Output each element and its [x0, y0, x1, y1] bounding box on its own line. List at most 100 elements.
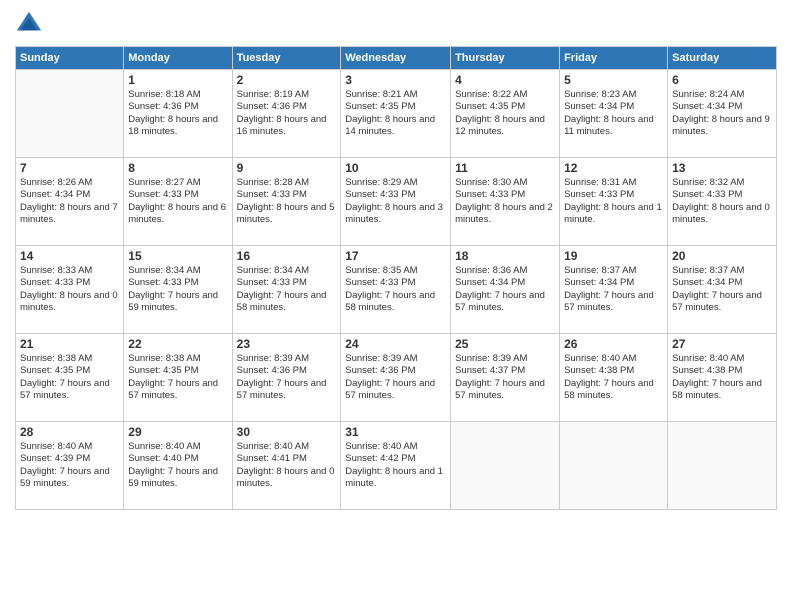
day-number: 28 — [20, 425, 119, 439]
day-number: 4 — [455, 73, 555, 87]
calendar-cell: 18 Sunrise: 8:36 AM Sunset: 4:34 PM Dayli… — [451, 246, 560, 334]
day-number: 1 — [128, 73, 227, 87]
day-detail: Sunrise: 8:40 AM Sunset: 4:39 PM Dayligh… — [20, 441, 119, 490]
day-number: 11 — [455, 161, 555, 175]
day-number: 12 — [564, 161, 663, 175]
calendar-cell: 9 Sunrise: 8:28 AM Sunset: 4:33 PM Daylig… — [232, 158, 341, 246]
day-detail: Sunrise: 8:40 AM Sunset: 4:40 PM Dayligh… — [128, 441, 227, 490]
calendar-cell: 25 Sunrise: 8:39 AM Sunset: 4:37 PM Dayli… — [451, 334, 560, 422]
day-number: 24 — [345, 337, 446, 351]
day-number: 26 — [564, 337, 663, 351]
day-number: 18 — [455, 249, 555, 263]
calendar-cell: 17 Sunrise: 8:35 AM Sunset: 4:33 PM Dayli… — [341, 246, 451, 334]
weekday-header-wednesday: Wednesday — [341, 47, 451, 70]
day-detail: Sunrise: 8:23 AM Sunset: 4:34 PM Dayligh… — [564, 89, 663, 138]
day-number: 14 — [20, 249, 119, 263]
calendar-cell: 21 Sunrise: 8:38 AM Sunset: 4:35 PM Dayli… — [16, 334, 124, 422]
day-detail: Sunrise: 8:40 AM Sunset: 4:38 PM Dayligh… — [564, 353, 663, 402]
week-row-1: 1 Sunrise: 8:18 AM Sunset: 4:36 PM Daylig… — [16, 70, 777, 158]
day-detail: Sunrise: 8:22 AM Sunset: 4:35 PM Dayligh… — [455, 89, 555, 138]
calendar-cell: 4 Sunrise: 8:22 AM Sunset: 4:35 PM Daylig… — [451, 70, 560, 158]
weekday-header-monday: Monday — [124, 47, 232, 70]
week-row-3: 14 Sunrise: 8:33 AM Sunset: 4:33 PM Dayli… — [16, 246, 777, 334]
weekday-header-row: SundayMondayTuesdayWednesdayThursdayFrid… — [16, 47, 777, 70]
calendar-cell: 20 Sunrise: 8:37 AM Sunset: 4:34 PM Dayli… — [668, 246, 777, 334]
calendar-cell: 8 Sunrise: 8:27 AM Sunset: 4:33 PM Daylig… — [124, 158, 232, 246]
day-number: 6 — [672, 73, 772, 87]
calendar-cell: 29 Sunrise: 8:40 AM Sunset: 4:40 PM Dayli… — [124, 422, 232, 510]
day-detail: Sunrise: 8:21 AM Sunset: 4:35 PM Dayligh… — [345, 89, 446, 138]
day-detail: Sunrise: 8:18 AM Sunset: 4:36 PM Dayligh… — [128, 89, 227, 138]
day-detail: Sunrise: 8:33 AM Sunset: 4:33 PM Dayligh… — [20, 265, 119, 314]
day-detail: Sunrise: 8:28 AM Sunset: 4:33 PM Dayligh… — [237, 177, 337, 226]
calendar-cell: 31 Sunrise: 8:40 AM Sunset: 4:42 PM Dayli… — [341, 422, 451, 510]
day-number: 31 — [345, 425, 446, 439]
calendar-cell: 3 Sunrise: 8:21 AM Sunset: 4:35 PM Daylig… — [341, 70, 451, 158]
day-number: 2 — [237, 73, 337, 87]
week-row-4: 21 Sunrise: 8:38 AM Sunset: 4:35 PM Dayli… — [16, 334, 777, 422]
day-number: 13 — [672, 161, 772, 175]
calendar-cell: 24 Sunrise: 8:39 AM Sunset: 4:36 PM Dayli… — [341, 334, 451, 422]
day-detail: Sunrise: 8:34 AM Sunset: 4:33 PM Dayligh… — [128, 265, 227, 314]
calendar-cell: 13 Sunrise: 8:32 AM Sunset: 4:33 PM Dayli… — [668, 158, 777, 246]
logo — [15, 10, 47, 38]
calendar-cell: 23 Sunrise: 8:39 AM Sunset: 4:36 PM Dayli… — [232, 334, 341, 422]
calendar-cell: 11Sunrise: 8:30 AM Sunset: 4:33 PM Dayli… — [451, 158, 560, 246]
day-detail: Sunrise: 8:32 AM Sunset: 4:33 PM Dayligh… — [672, 177, 772, 226]
day-detail: Sunrise: 8:40 AM Sunset: 4:42 PM Dayligh… — [345, 441, 446, 490]
logo-icon — [15, 10, 43, 38]
day-number: 22 — [128, 337, 227, 351]
day-number: 10 — [345, 161, 446, 175]
day-detail: Sunrise: 8:39 AM Sunset: 4:36 PM Dayligh… — [237, 353, 337, 402]
day-number: 29 — [128, 425, 227, 439]
day-number: 23 — [237, 337, 337, 351]
weekday-header-tuesday: Tuesday — [232, 47, 341, 70]
day-number: 15 — [128, 249, 227, 263]
day-detail: Sunrise: 8:38 AM Sunset: 4:35 PM Dayligh… — [20, 353, 119, 402]
day-detail: Sunrise: 8:19 AM Sunset: 4:36 PM Dayligh… — [237, 89, 337, 138]
day-number: 19 — [564, 249, 663, 263]
weekday-header-thursday: Thursday — [451, 47, 560, 70]
calendar-cell: 30 Sunrise: 8:40 AM Sunset: 4:41 PM Dayli… — [232, 422, 341, 510]
weekday-header-sunday: Sunday — [16, 47, 124, 70]
calendar-cell — [668, 422, 777, 510]
calendar-cell: 2 Sunrise: 8:19 AM Sunset: 4:36 PM Daylig… — [232, 70, 341, 158]
day-detail: Sunrise: 8:39 AM Sunset: 4:36 PM Dayligh… — [345, 353, 446, 402]
day-number: 5 — [564, 73, 663, 87]
day-number: 8 — [128, 161, 227, 175]
day-number: 3 — [345, 73, 446, 87]
day-number: 30 — [237, 425, 337, 439]
day-detail: Sunrise: 8:40 AM Sunset: 4:38 PM Dayligh… — [672, 353, 772, 402]
calendar-cell — [451, 422, 560, 510]
day-detail: Sunrise: 8:39 AM Sunset: 4:37 PM Dayligh… — [455, 353, 555, 402]
day-number: 9 — [237, 161, 337, 175]
calendar-cell: 28 Sunrise: 8:40 AM Sunset: 4:39 PM Dayli… — [16, 422, 124, 510]
day-detail: Sunrise: 8:35 AM Sunset: 4:33 PM Dayligh… — [345, 265, 446, 314]
day-detail: Sunrise: 8:31 AM Sunset: 4:33 PM Dayligh… — [564, 177, 663, 226]
day-detail: Sunrise: 8:40 AM Sunset: 4:41 PM Dayligh… — [237, 441, 337, 490]
calendar-cell: 22 Sunrise: 8:38 AM Sunset: 4:35 PM Dayli… — [124, 334, 232, 422]
calendar-cell: 12 Sunrise: 8:31 AM Sunset: 4:33 PM Dayli… — [560, 158, 668, 246]
day-number: 17 — [345, 249, 446, 263]
day-detail: Sunrise: 8:27 AM Sunset: 4:33 PM Dayligh… — [128, 177, 227, 226]
calendar-cell — [560, 422, 668, 510]
calendar: SundayMondayTuesdayWednesdayThursdayFrid… — [15, 46, 777, 510]
day-detail: Sunrise: 8:37 AM Sunset: 4:34 PM Dayligh… — [672, 265, 772, 314]
calendar-cell: 6 Sunrise: 8:24 AM Sunset: 4:34 PM Daylig… — [668, 70, 777, 158]
day-detail: Sunrise: 8:36 AM Sunset: 4:34 PM Dayligh… — [455, 265, 555, 314]
calendar-cell: 7Sunrise: 8:26 AM Sunset: 4:34 PM Daylig… — [16, 158, 124, 246]
day-number: 25 — [455, 337, 555, 351]
day-number: 21 — [20, 337, 119, 351]
calendar-cell: 27Sunrise: 8:40 AM Sunset: 4:38 PM Dayli… — [668, 334, 777, 422]
day-detail: Sunrise: 8:29 AM Sunset: 4:33 PM Dayligh… — [345, 177, 446, 226]
weekday-header-friday: Friday — [560, 47, 668, 70]
week-row-2: 7Sunrise: 8:26 AM Sunset: 4:34 PM Daylig… — [16, 158, 777, 246]
weekday-header-saturday: Saturday — [668, 47, 777, 70]
calendar-cell: 14 Sunrise: 8:33 AM Sunset: 4:33 PM Dayli… — [16, 246, 124, 334]
day-number: 20 — [672, 249, 772, 263]
calendar-cell: 10 Sunrise: 8:29 AM Sunset: 4:33 PM Dayli… — [341, 158, 451, 246]
day-detail: Sunrise: 8:38 AM Sunset: 4:35 PM Dayligh… — [128, 353, 227, 402]
day-detail: Sunrise: 8:24 AM Sunset: 4:34 PM Dayligh… — [672, 89, 772, 138]
calendar-cell: 26 Sunrise: 8:40 AM Sunset: 4:38 PM Dayli… — [560, 334, 668, 422]
day-number: 16 — [237, 249, 337, 263]
